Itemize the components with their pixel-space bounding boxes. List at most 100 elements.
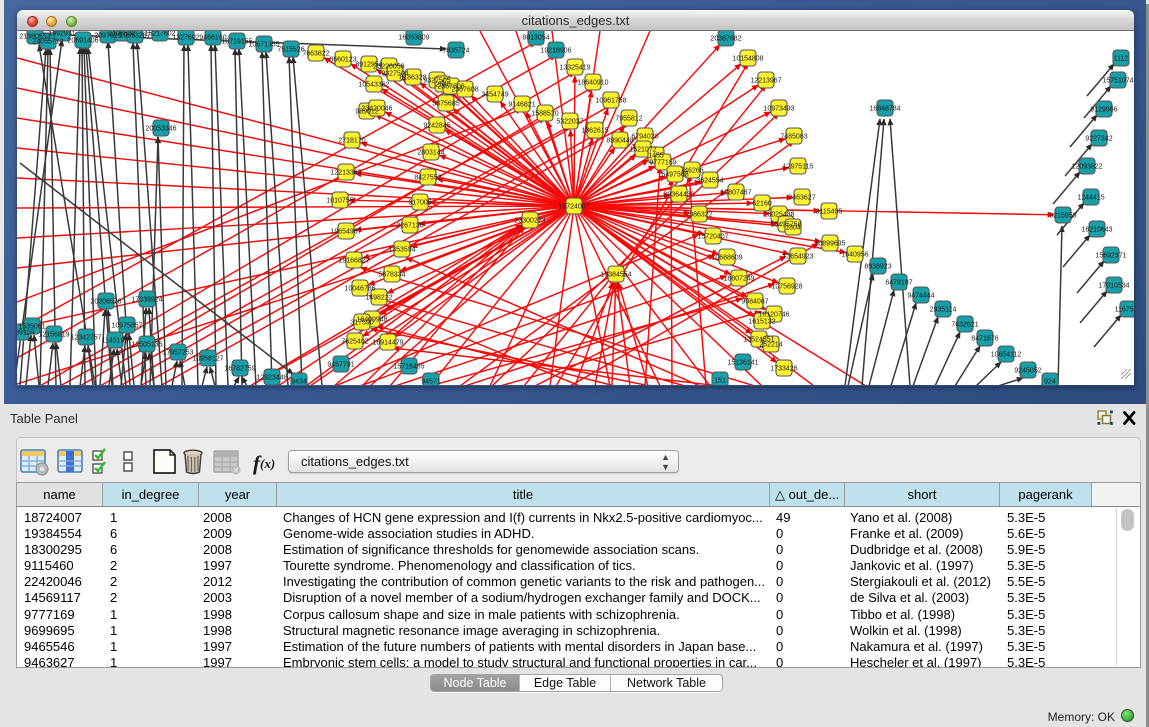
- svg-text:23226058: 23226058: [373, 64, 404, 71]
- svg-text:9434: 9434: [291, 379, 307, 386]
- svg-text:10543362: 10543362: [358, 82, 389, 89]
- svg-text:15217602: 15217602: [144, 31, 175, 38]
- svg-text:1640956: 1640956: [841, 252, 868, 259]
- svg-text:12505135: 12505135: [131, 342, 162, 349]
- svg-text:3454749: 3454749: [481, 92, 508, 99]
- svg-text:3267130: 3267130: [396, 223, 423, 230]
- svg-text:19166827: 19166827: [338, 258, 369, 265]
- svg-text:20364436: 20364436: [663, 192, 694, 199]
- svg-text:10671355: 10671355: [248, 42, 279, 49]
- svg-text:94571: 94571: [421, 379, 441, 386]
- svg-text:3624554: 3624554: [696, 178, 723, 185]
- svg-text:20053346: 20053346: [145, 126, 176, 133]
- svg-text:1615132: 1615132: [748, 319, 775, 326]
- svg-text:12093822: 12093822: [1071, 164, 1102, 171]
- svg-text:5322037: 5322037: [556, 119, 583, 126]
- svg-text:151: 151: [714, 378, 726, 385]
- svg-text:20206576: 20206576: [90, 299, 121, 306]
- svg-text:9245052: 9245052: [1014, 368, 1041, 375]
- svg-text:7663822: 7663822: [302, 51, 329, 58]
- svg-text:10654112: 10654112: [991, 352, 1022, 359]
- svg-text:10973493: 10973493: [763, 106, 794, 113]
- svg-text:15136141: 15136141: [727, 360, 758, 367]
- svg-text:9227342: 9227342: [1085, 136, 1112, 143]
- svg-text:8660123: 8660123: [329, 57, 356, 64]
- svg-text:15751074: 15751074: [1102, 78, 1133, 85]
- svg-text:1327602: 1327602: [172, 35, 199, 42]
- svg-text:7632621: 7632621: [951, 322, 978, 329]
- svg-text:1353594: 1353594: [388, 247, 415, 254]
- svg-text:1010755: 1010755: [326, 198, 353, 205]
- svg-text:16914479: 16914479: [372, 340, 403, 347]
- svg-text:9463627: 9463627: [788, 195, 815, 202]
- svg-text:9474444: 9474444: [907, 293, 934, 300]
- svg-text:9242845: 9242845: [423, 123, 450, 130]
- svg-text:16782759: 16782759: [224, 366, 255, 373]
- svg-text:12213967: 12213967: [750, 78, 781, 85]
- svg-text:1535061: 1535061: [18, 324, 45, 331]
- svg-text:1112: 1112: [1114, 56, 1129, 63]
- svg-text:10975857: 10975857: [111, 323, 142, 330]
- svg-text:1239159: 1239159: [17, 330, 35, 337]
- svg-text:10025438: 10025438: [763, 212, 794, 219]
- svg-text:10807487: 10807487: [720, 190, 751, 197]
- svg-text:917006: 917006: [408, 200, 431, 207]
- svg-text:18640910: 18640910: [577, 80, 608, 87]
- svg-text:16848784: 16848784: [869, 106, 900, 113]
- svg-text:9457791: 9457791: [327, 362, 354, 369]
- svg-text:13325419: 13325419: [559, 65, 590, 72]
- svg-text:19218906: 19218906: [540, 48, 571, 55]
- svg-text:13654923: 13654923: [782, 254, 813, 261]
- svg-text:2803144: 2803144: [417, 150, 444, 157]
- svg-text:12923448: 12923448: [256, 375, 287, 382]
- svg-text:1455: 1455: [648, 153, 664, 160]
- svg-text:17339924: 17339924: [131, 297, 162, 304]
- svg-text:10899695: 10899695: [814, 241, 845, 248]
- svg-text:23420046: 23420046: [361, 106, 392, 113]
- svg-text:1804: 1804: [785, 225, 801, 232]
- svg-text:10688609: 10688609: [711, 255, 742, 262]
- svg-text:18724007: 18724007: [558, 204, 589, 211]
- svg-text:12975115: 12975115: [783, 164, 814, 171]
- svg-text:9777169: 9777169: [649, 160, 676, 167]
- svg-text:9129966: 9129966: [1090, 107, 1117, 114]
- svg-text:17010534: 17010534: [1098, 283, 1129, 290]
- svg-text:1498222: 1498222: [365, 295, 392, 302]
- svg-text:252214: 252214: [759, 342, 782, 349]
- svg-text:12342757: 12342757: [70, 335, 101, 342]
- svg-text:19384554: 19384554: [600, 272, 631, 279]
- svg-text:16053809: 16053809: [398, 35, 429, 42]
- svg-text:7835724: 7835724: [442, 48, 469, 55]
- svg-text:(x): (x): [260, 456, 275, 471]
- svg-text:1167534: 1167534: [1115, 307, 1134, 314]
- svg-text:1244415: 1244415: [1077, 195, 1104, 202]
- svg-text:7986322: 7986322: [685, 212, 712, 219]
- svg-text:5878334: 5878334: [378, 272, 405, 279]
- svg-text:2718170: 2718170: [338, 138, 365, 145]
- svg-text:2935114: 2935114: [930, 307, 957, 314]
- svg-text:1588520: 1588520: [531, 111, 558, 118]
- svg-text:8471676: 8471676: [971, 336, 998, 343]
- svg-text:2367608: 2367608: [451, 87, 478, 94]
- svg-text:924: 924: [1044, 379, 1056, 386]
- svg-text:18807249: 18807249: [723, 276, 754, 283]
- svg-text:17957253: 17957253: [162, 350, 193, 357]
- svg-text:8990448: 8990448: [606, 138, 633, 145]
- svg-text:3115405: 3115405: [816, 209, 843, 216]
- svg-text:10961758: 10961758: [595, 98, 626, 105]
- svg-text:8938923: 8938923: [864, 264, 891, 271]
- svg-text:9084067: 9084067: [741, 299, 768, 306]
- svg-text:3215958: 3215958: [1049, 213, 1076, 220]
- svg-text:16120746: 16120746: [758, 312, 789, 319]
- svg-text:10046786: 10046786: [344, 286, 375, 293]
- svg-text:12156819: 12156819: [38, 332, 69, 339]
- svg-text:9146821: 9146821: [508, 102, 535, 109]
- svg-text:7625402: 7625402: [341, 339, 368, 346]
- svg-text:19654987: 19654987: [330, 229, 361, 236]
- svg-text:317590: 317590: [350, 320, 373, 327]
- svg-text:8813054: 8813054: [522, 35, 549, 42]
- svg-text:20387682: 20387682: [710, 36, 741, 43]
- svg-text:746266: 746266: [680, 168, 703, 175]
- svg-text:7515526: 7515526: [277, 47, 304, 54]
- svg-text:10756928: 10756928: [771, 284, 802, 291]
